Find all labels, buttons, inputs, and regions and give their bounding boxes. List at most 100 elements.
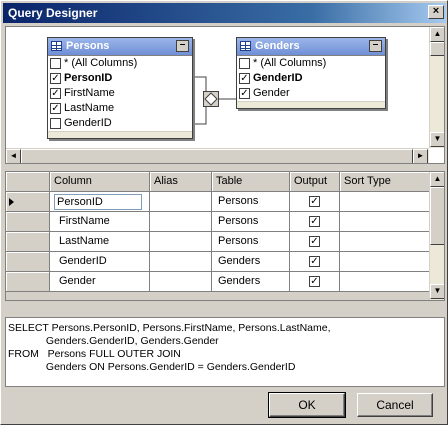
minimize-icon[interactable]: – [369,40,382,52]
cell-sort-type[interactable] [340,252,431,272]
header-column[interactable]: Column [50,172,150,192]
persons-col-personid[interactable]: ✓ PersonID [48,71,192,86]
table-row[interactable]: FirstName Persons ✓ [6,212,431,232]
genders-col-all[interactable]: * (All Columns) [237,56,385,71]
scroll-right-icon[interactable]: ► [413,149,428,163]
persons-col-all[interactable]: * (All Columns) [48,56,192,71]
cell-output[interactable]: ✓ [290,232,340,252]
table-genders-header[interactable]: Genders – [237,38,385,55]
table-footer [48,131,192,138]
diagram-vertical-scrollbar[interactable]: ▲ ▼ [429,27,444,148]
table-row[interactable]: Gender Genders ✓ [6,272,431,292]
cell-output[interactable]: ✓ [290,192,340,212]
cell-alias[interactable] [150,272,212,292]
cell-column[interactable]: GenderID [50,252,150,272]
output-checkbox[interactable]: ✓ [309,196,320,207]
table-persons[interactable]: Persons – * (All Columns) ✓ PersonID ✓ Fir… [47,37,193,139]
cell-table[interactable]: Persons [212,212,290,232]
scroll-up-icon[interactable]: ▲ [430,27,444,42]
table-persons-header[interactable]: Persons – [48,38,192,55]
scroll-down-icon[interactable]: ▼ [430,284,444,299]
output-checkbox[interactable]: ✓ [309,216,320,227]
window-title: Query Designer [8,6,98,20]
cell-column[interactable]: Gender [50,272,150,292]
grid-vertical-scrollbar[interactable]: ▲ ▼ [429,172,444,300]
cancel-button[interactable]: Cancel [357,393,433,417]
ok-button[interactable]: OK [268,392,346,418]
table-persons-title: Persons [66,40,110,52]
table-row[interactable]: GenderID Genders ✓ [6,252,431,272]
current-row-icon [9,198,14,206]
table-footer [237,101,385,108]
cell-sort-type[interactable] [340,212,431,232]
cell-sort-type[interactable] [340,192,431,212]
diagram-pane[interactable]: Persons – * (All Columns) ✓ PersonID ✓ Fir… [5,26,445,164]
header-sort-type[interactable]: Sort Type [340,172,431,192]
diagram-horizontal-scrollbar[interactable]: ◄ ► [6,148,429,163]
header-output[interactable]: Output [290,172,340,192]
criteria-grid-pane[interactable]: Column Alias Table Output Sort Type Pers… [5,171,445,301]
header-alias[interactable]: Alias [150,172,212,192]
cell-table[interactable]: Persons [212,232,290,252]
cell-alias[interactable] [150,232,212,252]
cell-table[interactable]: Persons [212,192,290,212]
table-genders[interactable]: Genders – * (All Columns) ✓ GenderID ✓ Gen… [236,37,386,109]
grid-header-row: Column Alias Table Output Sort Type [6,172,431,192]
cell-output[interactable]: ✓ [290,272,340,292]
cell-alias[interactable] [150,212,212,232]
column-input[interactable]: PersonID [54,194,142,210]
persons-col-genderid[interactable]: GenderID [48,116,192,131]
column-label: GenderID [64,117,112,129]
cell-alias[interactable] [150,192,212,212]
cell-output[interactable]: ✓ [290,252,340,272]
sql-line: FROM Persons FULL OUTER JOIN [8,348,181,360]
cell-column[interactable]: PersonID [50,192,150,212]
scroll-left-icon[interactable]: ◄ [6,149,21,163]
checkbox[interactable] [50,118,61,129]
row-selector[interactable] [6,272,50,292]
cell-sort-type[interactable] [340,232,431,252]
cell-sort-type[interactable] [340,272,431,292]
genders-col-genderid[interactable]: ✓ GenderID [237,71,385,86]
header-table[interactable]: Table [212,172,290,192]
checkbox[interactable] [50,58,61,69]
cell-column[interactable]: FirstName [50,212,150,232]
table-row[interactable]: LastName Persons ✓ [6,232,431,252]
checkbox[interactable]: ✓ [50,103,61,114]
column-label: PersonID [64,72,113,84]
checkbox[interactable] [239,58,250,69]
title-bar: Query Designer × [3,3,446,23]
scroll-thumb[interactable] [430,42,444,56]
close-icon[interactable]: × [428,5,444,19]
output-checkbox[interactable]: ✓ [309,276,320,287]
cell-alias[interactable] [150,252,212,272]
output-checkbox[interactable]: ✓ [309,256,320,267]
checkbox[interactable]: ✓ [239,73,250,84]
row-selector[interactable] [6,232,50,252]
minimize-icon[interactable]: – [176,40,189,52]
sql-pane[interactable]: SELECT Persons.PersonID, Persons.FirstNa… [5,317,445,387]
cell-table[interactable]: Genders [212,252,290,272]
row-selector[interactable] [6,192,50,212]
cell-table[interactable]: Genders [212,272,290,292]
output-checkbox[interactable]: ✓ [309,236,320,247]
checkbox[interactable]: ✓ [50,73,61,84]
table-row[interactable]: PersonID Persons ✓ [6,192,431,212]
sql-line: SELECT Persons.PersonID, Persons.FirstNa… [8,322,331,334]
scroll-thumb[interactable] [21,149,413,163]
persons-col-firstname[interactable]: ✓ FirstName [48,86,192,101]
persons-col-lastname[interactable]: ✓ LastName [48,101,192,116]
scroll-down-icon[interactable]: ▼ [430,132,444,147]
row-selector[interactable] [6,212,50,232]
cell-output[interactable]: ✓ [290,212,340,232]
scroll-thumb[interactable] [430,187,444,245]
row-selector[interactable] [6,252,50,272]
cell-column[interactable]: LastName [50,232,150,252]
column-label: Gender [253,87,290,99]
checkbox[interactable]: ✓ [50,88,61,99]
checkbox[interactable]: ✓ [239,88,250,99]
genders-col-gender[interactable]: ✓ Gender [237,86,385,101]
scroll-up-icon[interactable]: ▲ [430,172,444,187]
join-diamond-icon[interactable] [203,91,219,107]
row-header-corner [6,172,50,192]
